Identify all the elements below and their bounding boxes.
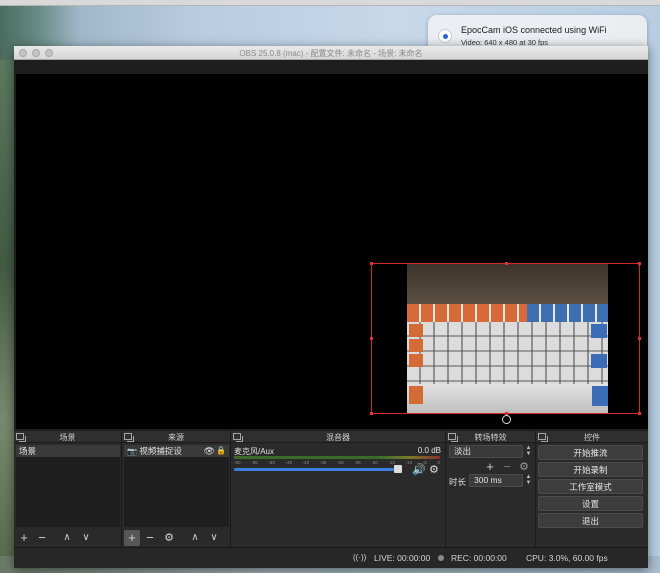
move-source-down-button[interactable]: ∨ — [206, 530, 222, 546]
sources-list[interactable]: 📷 视频捕捉设 👁 🔒 — [124, 445, 229, 527]
window-title: OBS 25.0.8 (mac) - 配置文件: 未命名 - 场景: 未命名 — [239, 49, 423, 58]
volume-fader-knob[interactable] — [394, 465, 402, 473]
scenes-toolbar: + − ∧ ∨ — [14, 530, 121, 547]
source-item-label: 视频捕捉设 — [139, 446, 182, 456]
title-bar[interactable]: OBS 25.0.8 (mac) - 配置文件: 未命名 - 场景: 未命名 — [14, 46, 648, 60]
meter-tick-label: -60 — [234, 460, 241, 465]
camera-icon: 📷 — [127, 447, 137, 456]
start-streaming-button[interactable]: 开始推流 — [538, 445, 643, 460]
resize-handle[interactable] — [505, 262, 508, 265]
meter-tick-label: -55 — [251, 460, 258, 465]
settings-button[interactable]: 设置 — [538, 496, 643, 511]
meter-tick-label: -20 — [371, 460, 378, 465]
lock-icon[interactable]: 🔒 — [216, 445, 226, 457]
meter-scale: -60 -55 -50 -45 -40 -35 -30 -25 -20 -15 -10 -5 0 — [234, 460, 440, 466]
duration-label: 时长 — [449, 477, 467, 487]
rec-indicator-icon — [438, 555, 444, 561]
docks-area: 场景 场景 + − ∧ ∨ 来源 📷 视频捕捉设 👁 🔒 + − ⚙ ∧ ∨ 混… — [14, 431, 648, 547]
meter-tick-label: -25 — [354, 460, 361, 465]
mixer-dock-header: 混音器 — [231, 431, 445, 443]
move-source-up-button[interactable]: ∧ — [187, 530, 203, 546]
status-bar: ((·)) LIVE: 00:00:00 REC: 00:00:00 CPU: … — [14, 547, 648, 568]
source-item[interactable]: 📷 视频捕捉设 👁 🔒 — [124, 445, 229, 457]
audio-level-meter — [234, 456, 440, 459]
scenes-list[interactable]: 场景 — [16, 445, 120, 527]
resize-handle[interactable] — [638, 337, 641, 340]
rec-timer: REC: 00:00:00 — [451, 553, 507, 563]
meter-tick-label: -40 — [302, 460, 310, 465]
transition-properties-gear-icon[interactable]: ⚙ — [518, 459, 530, 475]
scenes-dock: 场景 场景 + − ∧ ∨ — [14, 431, 122, 547]
scenes-dock-header: 场景 — [14, 431, 121, 443]
transition-select[interactable]: 淡出 — [449, 445, 523, 458]
live-timer: LIVE: 00:00:00 — [374, 553, 431, 563]
scene-item[interactable]: 场景 — [16, 445, 120, 457]
mixer-dock: 混音器 麦克风/Aux 0.0 dB -60 -55 -50 -45 -40 -35 -30… — [231, 431, 446, 547]
move-scene-down-button[interactable]: ∨ — [78, 530, 94, 546]
move-scene-up-button[interactable]: ∧ — [59, 530, 75, 546]
mixer-volume-db: 0.0 dB — [417, 446, 441, 455]
add-source-button[interactable]: + — [124, 530, 140, 546]
exit-button[interactable]: 退出 — [538, 513, 643, 528]
source-properties-gear-icon[interactable]: ⚙ — [161, 530, 177, 546]
audio-settings-gear-icon[interactable]: ⚙ — [429, 463, 439, 476]
mixer-dock-title: 混音器 — [326, 433, 350, 442]
controls-dock-header: 控件 — [536, 431, 648, 443]
controls-dock: 控件 开始推流 开始录制 工作室模式 设置 退出 — [536, 431, 648, 547]
transitions-dock: 转场特效 淡出 ▲ ▼ + − ⚙ 时长 300 ms ▲ ▼ — [446, 431, 536, 547]
sources-dock-header: 来源 — [122, 431, 230, 443]
duration-input[interactable]: 300 ms — [469, 474, 523, 487]
transitions-dock-header: 转场特效 — [446, 431, 535, 443]
epoccam-app-icon — [438, 29, 452, 43]
live-signal-icon: ((·)) — [353, 553, 367, 562]
resize-handle[interactable] — [370, 262, 373, 265]
resize-handle[interactable] — [638, 262, 641, 265]
speaker-mute-icon[interactable]: 🔊 — [412, 463, 426, 476]
meter-tick-label: -50 — [268, 460, 275, 465]
controls-dock-title: 控件 — [584, 433, 600, 442]
meter-tick-label: -45 — [285, 460, 292, 465]
add-scene-button[interactable]: + — [16, 530, 32, 546]
transition-select-arrows-icon[interactable]: ▲ ▼ — [524, 445, 533, 458]
sources-dock: 来源 📷 视频捕捉设 👁 🔒 + − ⚙ ∧ ∨ — [122, 431, 231, 547]
add-transition-button[interactable]: + — [484, 459, 496, 475]
sources-toolbar: + − ⚙ ∧ ∨ — [122, 530, 230, 547]
remove-transition-button[interactable]: − — [501, 459, 513, 475]
source-selection-box[interactable] — [370, 262, 641, 415]
resize-handle[interactable] — [638, 412, 641, 415]
transitions-dock-title: 转场特效 — [474, 433, 507, 442]
remove-source-button[interactable]: − — [142, 530, 158, 546]
obs-window: OBS 25.0.8 (mac) - 配置文件: 未命名 - 场景: 未命名 场… — [14, 46, 648, 568]
start-recording-button[interactable]: 开始录制 — [538, 462, 643, 477]
sources-dock-title: 来源 — [168, 433, 184, 442]
studio-mode-button[interactable]: 工作室模式 — [538, 479, 643, 494]
volume-fader-track[interactable] — [234, 468, 394, 471]
scenes-dock-title: 场景 — [59, 433, 76, 442]
resize-handle[interactable] — [370, 412, 373, 415]
rotation-handle-icon[interactable] — [502, 415, 511, 424]
desktop-wallpaper — [0, 60, 14, 573]
resize-handle[interactable] — [370, 337, 373, 340]
cpu-fps-readout: CPU: 3.0%, 60.00 fps — [526, 553, 608, 563]
notification-title: EpocCam iOS connected using WiFi — [461, 25, 607, 35]
remove-scene-button[interactable]: − — [34, 530, 50, 546]
duration-stepper-icon[interactable]: ▲ ▼ — [524, 474, 533, 487]
visibility-eye-icon[interactable]: 👁 — [204, 445, 215, 457]
macos-menubar — [0, 0, 660, 6]
meter-tick-label: -30 — [336, 460, 344, 465]
meter-tick-label: -35 — [319, 460, 327, 465]
